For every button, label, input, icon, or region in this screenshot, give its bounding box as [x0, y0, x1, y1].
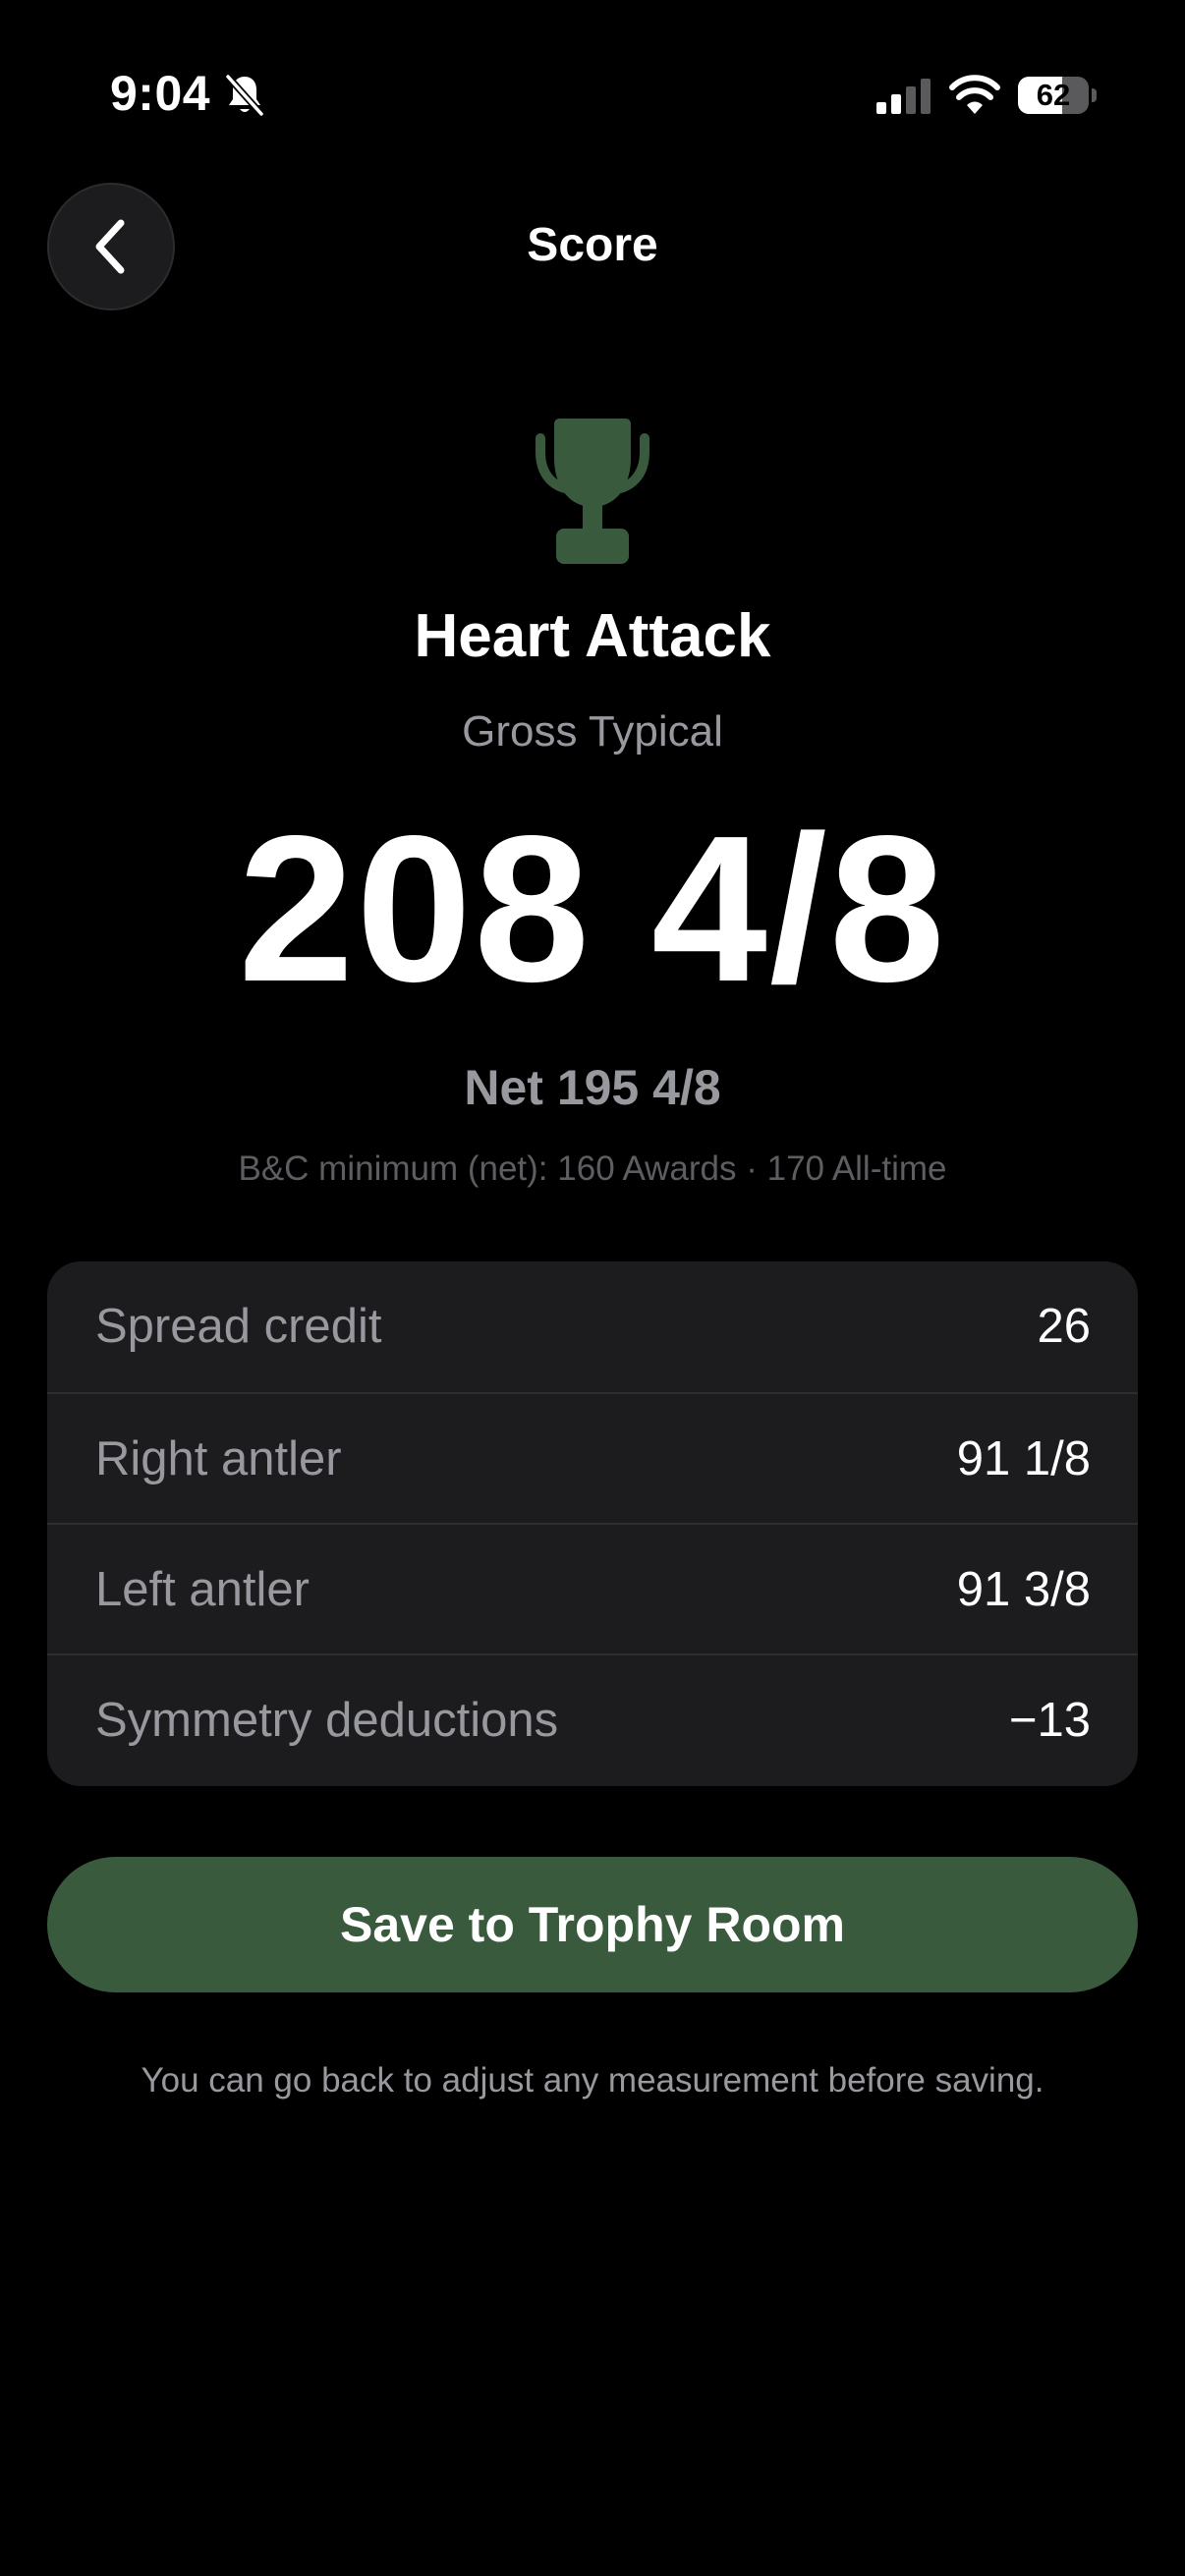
- breakdown-row-right-antler: Right antler 91 1/8: [47, 1392, 1138, 1523]
- trophy-icon: [536, 419, 649, 564]
- cellular-signal-icon: [876, 79, 931, 114]
- row-value: −13: [1008, 1694, 1091, 1747]
- trophy-name: Heart Attack: [414, 602, 771, 670]
- status-bar: 9:04 62: [0, 0, 1185, 187]
- net-score: Net 195 4/8: [464, 1060, 721, 1115]
- row-value: 91 1/8: [956, 1432, 1091, 1485]
- footer-note: You can go back to adjust any measuremen…: [141, 2061, 1044, 2100]
- row-label: Right antler: [95, 1432, 342, 1485]
- score-breakdown-card: Spread credit 26 Right antler 91 1/8 Lef…: [47, 1261, 1138, 1786]
- battery-body: 62: [1018, 77, 1089, 114]
- battery-cap: [1092, 88, 1097, 102]
- gross-score: 208 4/8: [238, 792, 947, 1025]
- breakdown-row-spread-credit: Spread credit 26: [47, 1261, 1138, 1392]
- battery-level: 62: [1036, 78, 1071, 112]
- row-label: Symmetry deductions: [95, 1694, 559, 1747]
- status-time: 9:04: [110, 66, 211, 121]
- page-title: Score: [527, 219, 658, 271]
- row-label: Spread credit: [95, 1300, 382, 1353]
- bc-minimum-note: B&C minimum (net): 160 Awards · 170 All-…: [238, 1149, 947, 1188]
- breakdown-row-left-antler: Left antler 91 3/8: [47, 1523, 1138, 1653]
- row-value: 91 3/8: [956, 1563, 1091, 1616]
- score-type: Gross Typical: [462, 707, 723, 756]
- battery-indicator: 62: [1018, 77, 1099, 116]
- breakdown-row-symmetry-deductions: Symmetry deductions −13: [47, 1653, 1138, 1784]
- bell-slash-icon: [225, 74, 264, 117]
- wifi-icon: [949, 75, 1000, 114]
- row-value: 26: [1037, 1300, 1091, 1353]
- save-to-trophy-room-button[interactable]: Save to Trophy Room: [47, 1857, 1138, 1992]
- row-label: Left antler: [95, 1563, 310, 1616]
